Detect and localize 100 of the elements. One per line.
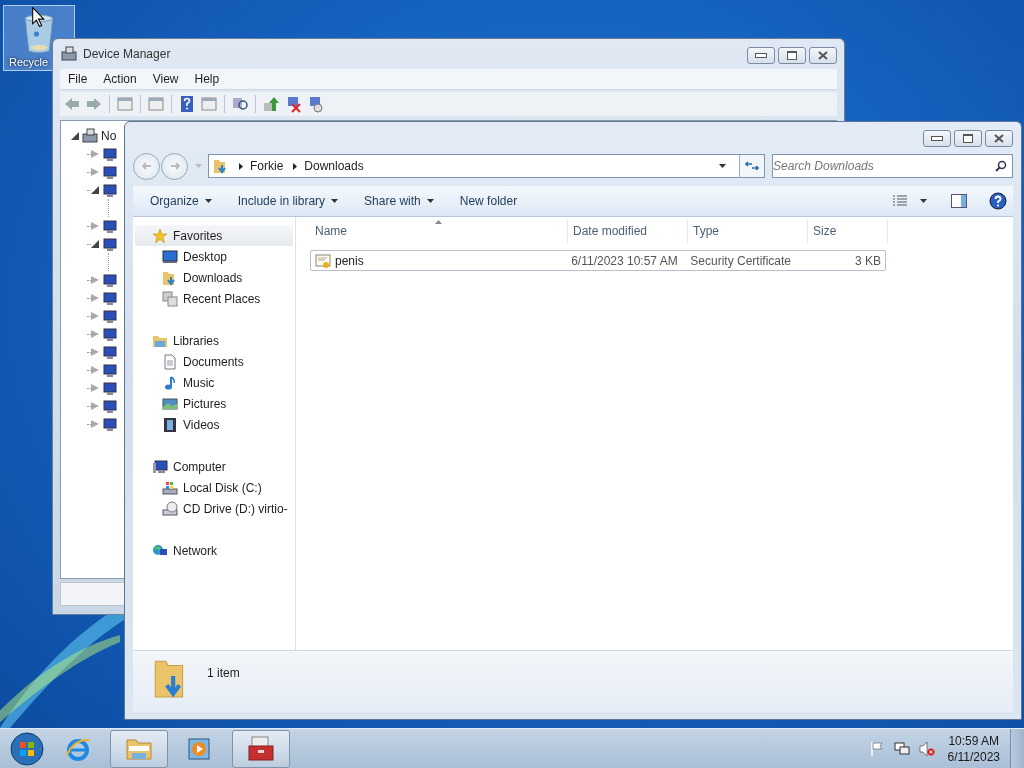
download-folder-icon bbox=[213, 158, 229, 174]
computer-icon bbox=[61, 46, 77, 62]
chevron-icon[interactable] bbox=[293, 162, 298, 170]
nav-group-header[interactable]: Network bbox=[135, 540, 293, 561]
nav-item[interactable]: Desktop bbox=[135, 246, 293, 267]
column-header[interactable]: Date modified bbox=[568, 219, 688, 243]
taskbar-button[interactable] bbox=[110, 729, 168, 768]
close-button[interactable] bbox=[809, 47, 837, 64]
column-header[interactable]: Type bbox=[688, 219, 808, 243]
scan-icon[interactable] bbox=[231, 95, 249, 113]
toolbar-button[interactable]: Include in library bbox=[228, 190, 348, 212]
device-icon bbox=[102, 308, 118, 324]
dropdown-caret-icon bbox=[204, 199, 212, 203]
menu-item[interactable]: File bbox=[60, 72, 96, 86]
nav-item[interactable]: Documents bbox=[135, 351, 293, 372]
toolbox-icon bbox=[247, 734, 275, 763]
toolbar-button[interactable]: New folder bbox=[450, 190, 527, 212]
nav-item-label: Desktop bbox=[183, 249, 228, 264]
device-icon bbox=[102, 272, 118, 288]
close-icon bbox=[994, 134, 1004, 143]
device-icon bbox=[102, 362, 118, 378]
search-field[interactable]: Search Downloads bbox=[772, 154, 1013, 178]
history-caret-icon[interactable] bbox=[195, 164, 202, 168]
back-arrow-icon bbox=[140, 160, 153, 172]
nav-group-label: Libraries bbox=[173, 333, 220, 348]
nav-item-label: Pictures bbox=[183, 396, 227, 411]
column-header[interactable]: Size bbox=[808, 219, 888, 243]
update-icon[interactable] bbox=[262, 95, 280, 113]
speaker-icon[interactable] bbox=[918, 740, 935, 757]
show-desktop-button[interactable] bbox=[1010, 729, 1024, 768]
nav-group-header[interactable]: Libraries bbox=[135, 330, 293, 351]
nav-group-header[interactable]: Favorites bbox=[135, 225, 293, 246]
toolbar-button[interactable]: Share with bbox=[355, 190, 443, 212]
minimize-button[interactable] bbox=[923, 130, 951, 147]
menu-item[interactable]: Action bbox=[95, 72, 145, 86]
maximize-button[interactable] bbox=[954, 130, 982, 147]
start-button[interactable] bbox=[9, 730, 45, 767]
clock-date[interactable]: 6/11/2023 bbox=[947, 748, 1000, 765]
device-icon bbox=[102, 236, 118, 252]
star-icon bbox=[152, 227, 168, 244]
certificate-icon bbox=[315, 252, 331, 269]
toolbar-button[interactable]: Organize bbox=[141, 190, 221, 212]
document-icon bbox=[162, 353, 178, 370]
nav-item[interactable]: Local Disk (C:) bbox=[135, 477, 293, 498]
nav-group-header[interactable]: Computer bbox=[135, 456, 293, 477]
nav-item-label: CD Drive (D:) virtio- bbox=[183, 501, 288, 516]
tree-item-label[interactable]: No bbox=[101, 129, 117, 143]
device-icon bbox=[102, 290, 118, 306]
nav-item[interactable]: Videos bbox=[135, 414, 293, 435]
view-options-icon[interactable] bbox=[892, 195, 908, 207]
nav-group-label: Computer bbox=[173, 459, 226, 474]
help-icon[interactable] bbox=[989, 192, 1007, 210]
menu-item[interactable]: View bbox=[144, 72, 187, 86]
file-row[interactable]: penis 6/11/2023 10:57 AM Security Certificate 3 KB bbox=[310, 250, 886, 271]
column-header[interactable]: Name bbox=[310, 219, 568, 243]
close-button[interactable] bbox=[985, 130, 1013, 147]
device-icon bbox=[102, 344, 118, 360]
mouse-pointer-icon bbox=[32, 7, 45, 27]
taskbar-button[interactable] bbox=[232, 729, 290, 768]
search-icon bbox=[995, 160, 1007, 172]
clock-time[interactable]: 10:59 AM bbox=[948, 732, 1000, 749]
preview-pane-icon[interactable] bbox=[951, 194, 967, 208]
pane-icon[interactable] bbox=[116, 95, 134, 113]
nav-item[interactable]: Music bbox=[135, 372, 293, 393]
chevron-icon[interactable] bbox=[239, 162, 243, 170]
nav-item-label: Local Disk (C:) bbox=[183, 480, 262, 495]
breadcrumb-item[interactable]: Downloads bbox=[304, 159, 364, 173]
back-arrow-icon[interactable] bbox=[63, 95, 81, 113]
maximize-button[interactable] bbox=[778, 47, 806, 64]
computer-icon bbox=[82, 128, 98, 144]
device-icon bbox=[102, 416, 118, 432]
nav-item[interactable]: Recent Places bbox=[135, 288, 293, 309]
nav-item[interactable]: Downloads bbox=[135, 267, 293, 288]
item-count: 1 item bbox=[207, 666, 240, 680]
nav-item[interactable]: CD Drive (D:) virtio- bbox=[135, 498, 293, 519]
device-icon bbox=[102, 380, 118, 396]
table-cell-text: 3 KB bbox=[854, 253, 882, 268]
device-icon bbox=[102, 182, 118, 198]
close-icon bbox=[818, 51, 828, 60]
refresh-button[interactable] bbox=[739, 155, 764, 177]
network-icon[interactable] bbox=[893, 740, 910, 757]
dropdown-caret-icon[interactable] bbox=[719, 164, 726, 168]
dropdown-caret-icon bbox=[331, 199, 339, 203]
nav-item-label: Videos bbox=[183, 417, 220, 432]
table-cell-text: 6/11/2023 10:57 AM bbox=[570, 253, 679, 268]
nav-item[interactable]: Pictures bbox=[135, 393, 293, 414]
dropdown-caret-icon bbox=[426, 199, 434, 203]
forward-arrow-icon[interactable] bbox=[85, 95, 103, 113]
film-icon bbox=[162, 416, 178, 433]
address-bar[interactable]: Forkie Downloads bbox=[208, 154, 765, 178]
flag-icon[interactable] bbox=[868, 740, 885, 757]
forward-button[interactable] bbox=[161, 152, 188, 180]
menu-item[interactable]: Help bbox=[186, 72, 228, 86]
minimize-button[interactable] bbox=[747, 47, 775, 64]
pane-icon[interactable] bbox=[147, 95, 165, 113]
breadcrumb-item[interactable]: Forkie bbox=[250, 159, 284, 173]
back-button[interactable] bbox=[133, 152, 160, 180]
dropdown-caret-icon[interactable] bbox=[920, 199, 927, 203]
window-title: Device Manager bbox=[83, 47, 171, 61]
device-icon bbox=[102, 146, 118, 162]
